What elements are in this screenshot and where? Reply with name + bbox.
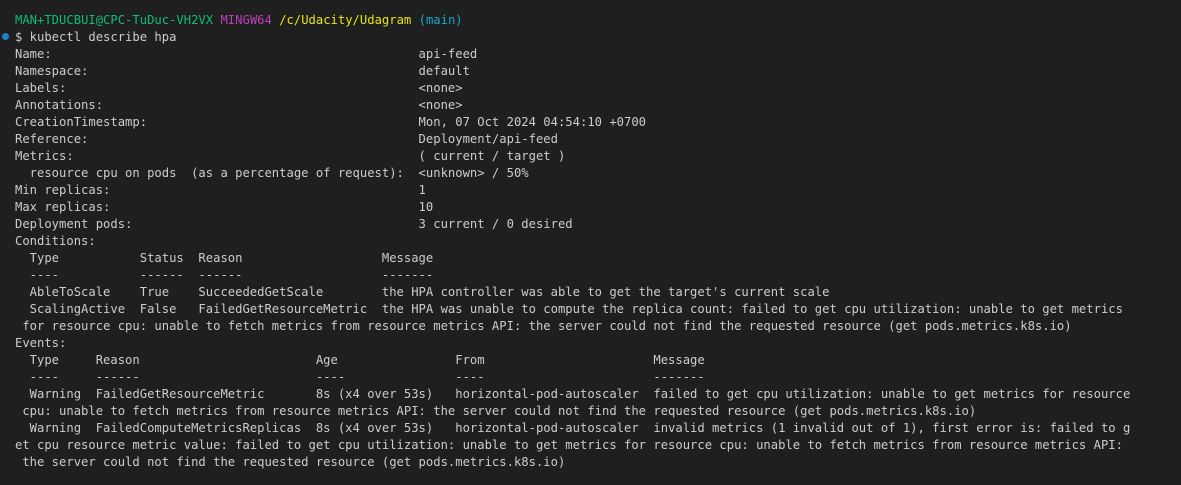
command-output: Name: api-feed Namespace: default Labels… <box>15 46 1181 471</box>
output-line: resource cpu on pods (as a percentage of… <box>15 166 529 180</box>
shell-prompt: MAN+TDUCBUI@CPC-TuDuc-VH2VX MINGW64 /c/U… <box>15 12 1181 29</box>
output-line: CreationTimestamp: Mon, 07 Oct 2024 04:5… <box>15 115 647 129</box>
output-line: Events: <box>15 336 67 350</box>
output-line: ---- ------ ---- ---- ------- <box>15 370 705 384</box>
output-line: Min replicas: 1 <box>15 183 426 197</box>
output-line: Annotations: <none> <box>15 98 463 112</box>
prompt-user-host: MAN+TDUCBUI@CPC-TuDuc-VH2VX <box>15 13 214 27</box>
output-line: ScalingActive False FailedGetResourceMet… <box>15 302 1123 316</box>
output-line: for resource cpu: unable to fetch metric… <box>15 319 1072 333</box>
output-line: Metrics: ( current / target ) <box>15 149 566 163</box>
output-line: Type Reason Age From Message <box>15 353 705 367</box>
command-line: $ kubectl describe hpa <box>15 30 177 44</box>
output-line: et cpu resource metric value: failed to … <box>15 438 1123 452</box>
output-line: Namespace: default <box>15 64 470 78</box>
output-line: AbleToScale True SucceededGetScale the H… <box>15 285 830 299</box>
output-line: Name: api-feed <box>15 47 478 61</box>
output-line: Labels: <none> <box>15 81 463 95</box>
prompt-path: /c/Udacity/Udagram <box>279 13 412 27</box>
output-line: Warning FailedComputeMetricsReplicas 8s … <box>15 421 1131 435</box>
output-line: ---- ------ ------ ------- <box>15 268 434 282</box>
output-line: Warning FailedGetResourceMetric 8s (x4 o… <box>15 387 1131 401</box>
prompt-system: MINGW64 <box>220 13 272 27</box>
output-line: Type Status Reason Message <box>15 251 434 265</box>
prompt-git-branch: (main) <box>418 13 463 27</box>
output-line: Max replicas: 10 <box>15 200 434 214</box>
output-line: Deployment pods: 3 current / 0 desired <box>15 217 573 231</box>
output-line: Reference: Deployment/api-feed <box>15 132 558 146</box>
output-line: cpu: unable to fetch metrics from resour… <box>15 404 977 418</box>
terminal-window[interactable]: MAN+TDUCBUI@CPC-TuDuc-VH2VX MINGW64 /c/U… <box>0 0 1181 485</box>
output-line: the server could not find the requested … <box>15 455 566 469</box>
command-status-dot-icon[interactable] <box>2 33 9 40</box>
output-line: Conditions: <box>15 234 96 248</box>
